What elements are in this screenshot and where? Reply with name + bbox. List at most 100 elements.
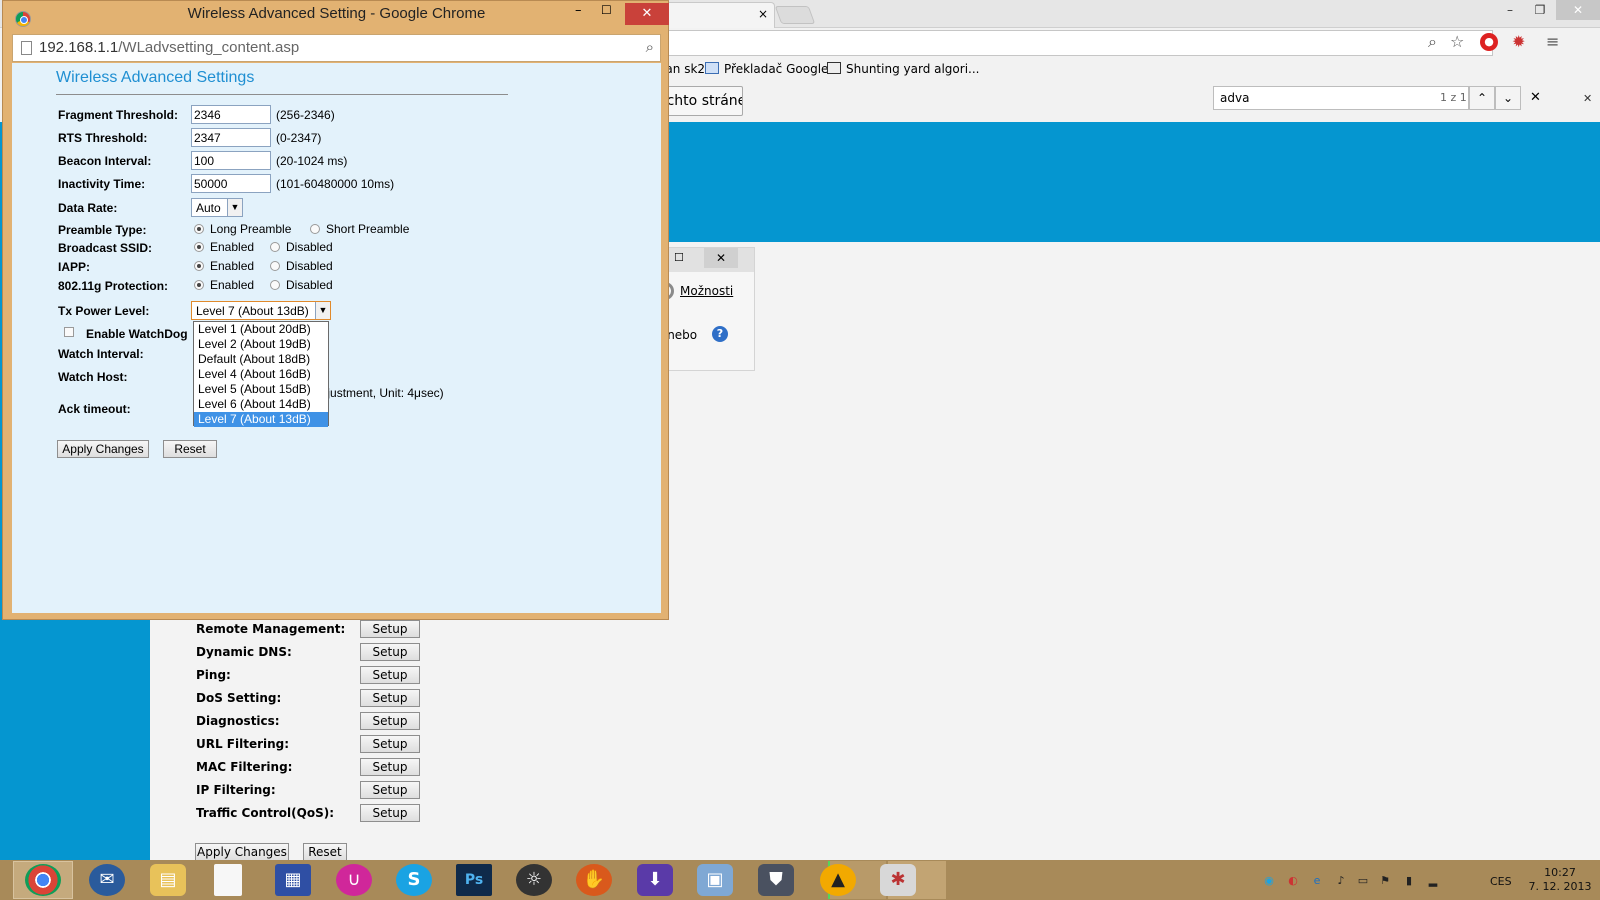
setup-button[interactable]: Setup <box>360 689 420 707</box>
chrome-icon[interactable] <box>25 864 61 896</box>
panel-maximize-icon[interactable]: ☐ <box>674 251 684 264</box>
find-input[interactable]: adva <box>1213 86 1469 110</box>
settings-row: IP Filtering: Setup <box>196 781 426 801</box>
download-icon[interactable]: ⬇ <box>637 864 673 896</box>
omnibox[interactable] <box>655 30 1493 56</box>
broadcast-ssid-disabled-radio[interactable]: Disabled <box>270 240 333 254</box>
photoshop-icon[interactable]: Ps <box>456 864 492 896</box>
panel-close-icon[interactable]: ✕ <box>704 248 738 268</box>
iapp-enabled-radio[interactable]: Enabled <box>194 259 254 273</box>
dropdown-option[interactable]: Level 6 (About 14dB) <box>194 397 328 412</box>
setup-button[interactable]: Setup <box>360 712 420 730</box>
apply-changes-button[interactable]: Apply Changes <box>195 843 289 861</box>
protection-enabled-radio[interactable]: Enabled <box>194 278 254 292</box>
calibre-icon[interactable]: ☼ <box>516 864 552 896</box>
adblock-icon[interactable]: ● <box>1480 33 1498 51</box>
cat-paw-icon[interactable]: ✋ <box>576 864 612 896</box>
browser-tray-icon[interactable]: e <box>1310 874 1324 888</box>
setup-button[interactable]: Setup <box>360 804 420 822</box>
short-preamble-radio[interactable]: Short Preamble <box>310 222 409 236</box>
page-icon <box>21 41 32 55</box>
search-icon[interactable]: ⌕ <box>1428 32 1437 52</box>
zoom-icon[interactable]: ⌕ <box>646 39 654 56</box>
settings-row: Traffic Control(QoS): Setup <box>196 804 426 824</box>
new-tab-button[interactable] <box>774 6 816 24</box>
satellite-icon[interactable]: ✱ <box>880 864 916 896</box>
bookmark-item[interactable]: Shunting yard algori... <box>827 62 979 76</box>
url-bar[interactable]: 192.168.1.1/WLadvsetting_content.asp ⌕ <box>12 34 661 62</box>
find-next-button[interactable]: ⌄ <box>1495 86 1521 110</box>
setup-button[interactable]: Setup <box>360 758 420 776</box>
tab-close-icon[interactable]: × <box>758 7 768 21</box>
floppy-save-icon[interactable]: ▦ <box>275 864 311 896</box>
data-rate-select[interactable]: Auto ▼ <box>191 198 243 217</box>
infobar-close-icon[interactable]: ✕ <box>1583 92 1592 105</box>
setup-button[interactable]: Setup <box>360 620 420 638</box>
maximize-button[interactable]: ☐ <box>601 3 612 17</box>
flag-icon[interactable]: ⚑ <box>1378 874 1392 888</box>
display-icon[interactable]: ▭ <box>1356 874 1370 888</box>
network-app-icon[interactable]: ◉ <box>1262 874 1276 888</box>
setup-button[interactable]: Setup <box>360 666 420 684</box>
settings-row: Ping: Setup <box>196 666 426 686</box>
chevron-down-icon: ▼ <box>227 199 242 216</box>
setup-button[interactable]: Setup <box>360 735 420 753</box>
clock[interactable]: 10:27 7. 12. 2013 <box>1524 866 1596 894</box>
extension-icon[interactable]: ✹ <box>1512 32 1525 51</box>
close-button[interactable]: ✕ <box>1556 0 1600 20</box>
menu-icon[interactable]: ≡ <box>1546 32 1559 51</box>
settings-row: DoS Setting: Setup <box>196 689 426 709</box>
dropdown-option[interactable]: Default (About 18dB) <box>194 352 328 367</box>
ubuntu-one-icon[interactable]: ∪ <box>336 864 372 896</box>
maximize-button[interactable]: ❐ <box>1526 0 1554 20</box>
fragment-threshold-input[interactable]: 2346 <box>191 105 271 124</box>
tx-power-select[interactable]: Level 7 (About 13dB) ▼ <box>191 301 331 320</box>
dropdown-option[interactable]: Level 1 (About 20dB) <box>194 322 328 337</box>
mute-icon[interactable]: ♪ <box>1334 874 1348 888</box>
document-icon[interactable] <box>214 864 242 896</box>
bookmark-page-icon <box>827 62 841 74</box>
setup-button[interactable]: Setup <box>360 643 420 661</box>
beacon-interval-input[interactable]: 100 <box>191 151 271 170</box>
find-close-icon[interactable]: ✕ <box>1530 90 1541 105</box>
dropdown-option[interactable]: Level 5 (About 15dB) <box>194 382 328 397</box>
rts-threshold-input[interactable]: 2347 <box>191 128 271 147</box>
divider <box>56 94 508 95</box>
settings-row: Dynamic DNS: Setup <box>196 643 426 663</box>
dropdown-option-selected[interactable]: Level 7 (About 13dB) <box>194 412 328 427</box>
reset-button[interactable]: Reset <box>303 843 347 861</box>
battery-icon[interactable]: ▮ <box>1402 874 1416 888</box>
virtualbox-icon[interactable]: ▣ <box>697 864 733 896</box>
language-indicator[interactable]: CES <box>1490 875 1512 888</box>
translate-icon <box>705 62 719 74</box>
watchdog-checkbox[interactable] <box>64 327 74 337</box>
bookmark-item[interactable]: Překladač Google <box>705 62 828 76</box>
iapp-disabled-radio[interactable]: Disabled <box>270 259 333 273</box>
tx-power-dropdown-list: Level 1 (About 20dB) Level 2 (About 19dB… <box>193 321 329 427</box>
browser-tab[interactable]: × <box>660 2 775 28</box>
long-preamble-radio[interactable]: Long Preamble <box>194 222 291 236</box>
thunderbird-icon[interactable]: ✉ <box>89 864 125 896</box>
apply-changes-button[interactable]: Apply Changes <box>57 440 149 458</box>
shield-icon[interactable]: ⛊ <box>758 864 794 896</box>
dropdown-option[interactable]: Level 4 (About 16dB) <box>194 367 328 382</box>
broadcast-ssid-enabled-radio[interactable]: Enabled <box>194 240 254 254</box>
app-a-icon[interactable]: ▲ <box>820 864 856 896</box>
protection-disabled-radio[interactable]: Disabled <box>270 278 333 292</box>
chevron-down-icon: ▼ <box>315 302 330 319</box>
minimize-button[interactable]: – <box>1496 0 1524 20</box>
reset-button[interactable]: Reset <box>163 440 217 458</box>
star-icon[interactable]: ☆ <box>1450 32 1464 51</box>
inactivity-time-input[interactable]: 50000 <box>191 174 271 193</box>
dropdown-option[interactable]: Level 2 (About 19dB) <box>194 337 328 352</box>
skype-icon[interactable]: S <box>396 864 432 896</box>
help-icon[interactable]: ? <box>712 326 728 342</box>
find-previous-button[interactable]: ⌃ <box>1469 86 1495 110</box>
file-explorer-icon[interactable]: ▤ <box>150 864 186 896</box>
page-title: Wireless Advanced Settings <box>56 69 255 86</box>
minimize-button[interactable]: – <box>575 3 582 18</box>
wifi-icon[interactable]: ▂ <box>1426 874 1440 888</box>
close-button[interactable]: ✕ <box>625 3 669 25</box>
setup-button[interactable]: Setup <box>360 781 420 799</box>
antivirus-icon[interactable]: ◐ <box>1286 874 1300 888</box>
